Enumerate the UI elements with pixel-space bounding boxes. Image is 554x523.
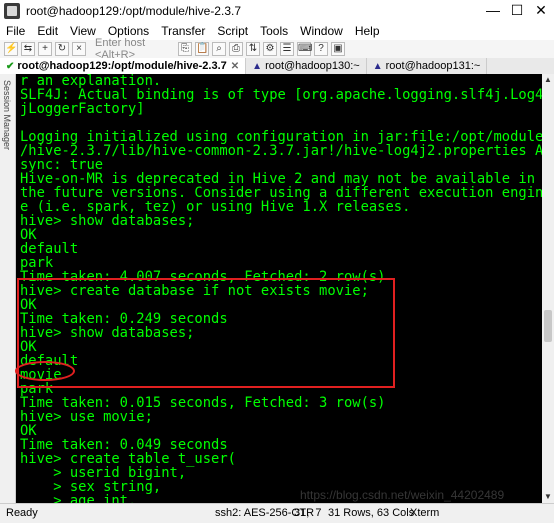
menu-bar: File Edit View Options Transfer Script T… (0, 22, 554, 40)
menu-options[interactable]: Options (102, 24, 155, 38)
copy-icon[interactable]: ⎘ (178, 42, 192, 56)
status-bar: Ready ssh2: AES-256-CTR 31, 7 31 Rows, 6… (0, 503, 554, 523)
quick-connect-icon[interactable]: ⇆ (21, 42, 35, 56)
terminal-line: Time taken: 0.015 seconds, Fetched: 3 ro… (20, 395, 386, 411)
scroll-down-icon[interactable]: ▼ (542, 491, 554, 503)
connected-icon: ✔ (6, 60, 15, 72)
new-tab-icon[interactable]: + (38, 42, 52, 56)
menu-view[interactable]: View (64, 24, 102, 38)
terminal-line: hive> use movie; (20, 409, 153, 425)
status-cursor: 31, 7 (294, 507, 322, 519)
terminal-line: e (i.e. spark, tez) or using Hive 1.X re… (20, 199, 411, 215)
terminal-line: Time taken: 0.049 seconds (20, 437, 228, 453)
watermark: https://blog.csdn.net/weixin_44202489 (300, 488, 505, 502)
terminal-line: Hive-on-MR is deprecated in Hive 2 and m… (20, 171, 535, 187)
terminal-line: hive> create table t_user( (20, 451, 236, 467)
disconnect-icon[interactable]: × (72, 42, 86, 56)
tab-label: root@hadoop131:~ (385, 60, 481, 72)
window-title: root@hadoop129:/opt/module/hive-2.3.7 (26, 4, 241, 18)
minimize-button[interactable]: — (484, 2, 502, 19)
terminal-line: jLoggerFactory] (20, 101, 145, 117)
toolbar: ⚡ ⇆ + ↻ × Enter host <Alt+R> ⎘ 📋 ⌕ ⎙ ⇅ ⚙… (0, 37, 554, 61)
securecrt-app-icon (4, 3, 20, 19)
menu-transfer[interactable]: Transfer (155, 24, 211, 38)
close-button[interactable]: ✕ (532, 2, 550, 19)
warning-icon: ▲ (372, 60, 383, 72)
terminal-line: sync: true (20, 157, 104, 173)
warning-icon: ▲ (252, 60, 263, 72)
keymap-icon[interactable]: ⌨ (297, 42, 312, 56)
terminal-line: the future versions. Consider using a di… (20, 185, 542, 201)
session-tabs: ✔ root@hadoop129:/opt/module/hive-2.3.7 … (0, 58, 554, 74)
terminal-line: hive> show databases; (20, 213, 195, 229)
terminal-line: OK (20, 227, 37, 243)
menu-help[interactable]: Help (349, 24, 386, 38)
menu-edit[interactable]: Edit (31, 24, 64, 38)
title-bar: root@hadoop129:/opt/module/hive-2.3.7 — … (0, 0, 554, 22)
terminal-scrollbar[interactable]: ▲ ▼ (542, 74, 554, 503)
scroll-up-icon[interactable]: ▲ (542, 74, 554, 86)
terminal-line: > age int, (20, 493, 137, 503)
tab-hadoop129[interactable]: ✔ root@hadoop129:/opt/module/hive-2.3.7 … (0, 58, 247, 74)
settings-icon[interactable]: ⚙ (263, 42, 277, 56)
terminal-line: /hive-2.3.7/lib/hive-common-2.3.7.jar!/h… (20, 143, 542, 159)
menu-window[interactable]: Window (294, 24, 349, 38)
status-terminal-type: Xterm (410, 507, 440, 519)
print-icon[interactable]: ⎙ (229, 42, 243, 56)
paste-icon[interactable]: 📋 (195, 42, 209, 56)
terminal-line: Logging initialized using configuration … (20, 129, 542, 145)
help-icon[interactable]: ? (314, 42, 328, 56)
status-rows-cols: 31 Rows, 63 Cols (328, 507, 415, 519)
sftp-icon[interactable]: ⇅ (246, 42, 260, 56)
scrollbar-thumb[interactable] (544, 310, 552, 342)
session-manager-label[interactable]: Session Manager (2, 80, 12, 150)
status-ready: Ready (6, 507, 38, 519)
terminal-line: SLF4J: Actual binding is of type [org.ap… (20, 87, 542, 103)
options-icon[interactable]: ☰ (280, 42, 294, 56)
terminal-line: r an explanation. (20, 74, 162, 89)
maximize-button[interactable]: ☐ (508, 2, 526, 19)
menu-script[interactable]: Script (211, 24, 254, 38)
find-icon[interactable]: ⌕ (212, 42, 226, 56)
terminal-line: default (20, 241, 79, 257)
about-icon[interactable]: ▣ (331, 42, 345, 56)
connect-icon[interactable]: ⚡ (4, 42, 18, 56)
reconnect-icon[interactable]: ↻ (55, 42, 69, 56)
session-manager-sidebar[interactable]: Session Manager (0, 74, 16, 503)
tab-label: root@hadoop129:/opt/module/hive-2.3.7 (17, 60, 227, 72)
tab-hadoop130[interactable]: ▲ root@hadoop130:~ (246, 58, 367, 74)
terminal-line: > sex string, (20, 479, 162, 495)
terminal-line: OK (20, 423, 37, 439)
terminal-line: > userid bigint, (20, 465, 187, 481)
tab-hadoop131[interactable]: ▲ root@hadoop131:~ (367, 58, 488, 74)
close-tab-icon[interactable]: ✕ (231, 61, 239, 72)
window-controls: — ☐ ✕ (484, 2, 550, 19)
menu-file[interactable]: File (0, 24, 31, 38)
highlight-oval-annotation (15, 361, 75, 381)
menu-tools[interactable]: Tools (254, 24, 294, 38)
tab-label: root@hadoop130:~ (265, 60, 360, 72)
terminal-line: park (20, 255, 54, 271)
